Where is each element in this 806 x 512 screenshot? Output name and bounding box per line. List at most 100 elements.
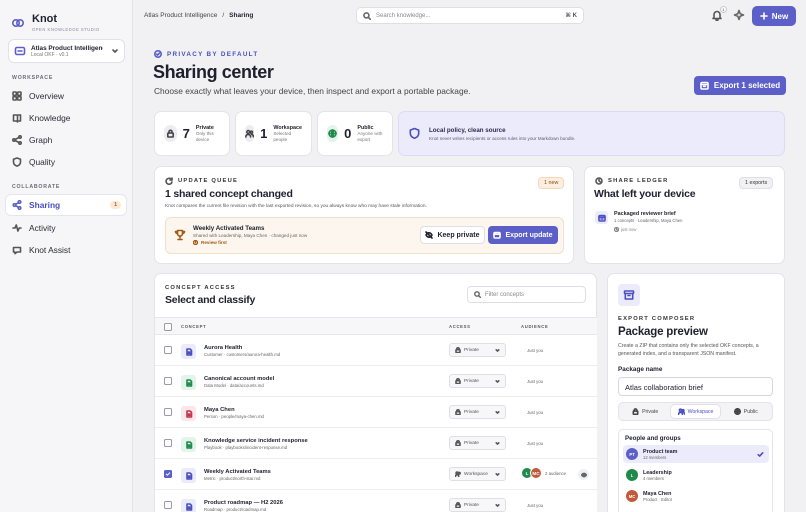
document-icon [181, 406, 196, 421]
row-checkbox[interactable] [164, 408, 172, 416]
people-and-groups: People and groups PT Product team 12 membe… [618, 429, 773, 512]
person-option[interactable]: PT Product team 12 members [623, 445, 769, 463]
users-icon [245, 125, 255, 142]
person-name: Leadership [643, 469, 672, 476]
column-concept: CONCEPT [181, 324, 207, 329]
export-composer-eyebrow: EXPORT COMPOSER [618, 316, 695, 322]
table-row[interactable]: Knowledge service incident response Playb… [155, 428, 597, 459]
notifications-button[interactable]: 1 [711, 6, 727, 21]
person-option[interactable]: L Leadership 4 members [623, 466, 769, 484]
segment-private[interactable]: Private [621, 405, 669, 418]
package-icon [700, 81, 709, 90]
sidebar-item-sharing[interactable]: Sharing 1 [6, 195, 126, 215]
globe-icon [327, 125, 339, 142]
shield-icon [409, 127, 420, 139]
row-checkbox[interactable] [164, 377, 172, 385]
access-select[interactable]: Workspace [449, 467, 506, 481]
review-first-label: Review first [201, 240, 227, 245]
queue-item-title: Weekly Activated Teams [193, 225, 265, 232]
workspace-switcher[interactable]: Atlas Product Intelligence Local OKF · v… [8, 39, 125, 63]
breadcrumb: Atlas Product Intelligence / Sharing [144, 12, 253, 19]
check-icon [757, 451, 764, 457]
privacy-eyebrow: PRIVACY BY DEFAULT [154, 50, 259, 58]
sidebar-item-knowledge[interactable]: Knowledge [6, 108, 126, 128]
sharing-count-badge: 1 [110, 201, 121, 209]
sidebar-item-knot-assist[interactable]: Knot Assist [6, 240, 126, 260]
policy-sub: Knot never writes recipients or access r… [429, 135, 576, 141]
table-row[interactable]: Weekly Activated Teams Metric · product/n… [155, 459, 597, 490]
export-update-button[interactable]: Export update [488, 226, 558, 244]
stat-value: 0 [344, 126, 352, 141]
segment-public[interactable]: Public [722, 405, 770, 418]
package-name-field[interactable]: Atlas collaboration brief [618, 377, 773, 396]
stat-workspace: 1 Workspace Selected people [235, 111, 312, 156]
sidebar-item-label: Sharing [29, 200, 61, 210]
table-row[interactable]: Aurora Health Customer · customers/aurora… [155, 335, 597, 366]
segment-workspace[interactable]: Workspace [671, 405, 720, 418]
person-name: Maya Chen [643, 490, 672, 497]
access-select[interactable]: Private [449, 436, 506, 450]
search-shortcut: ⌘ K [565, 13, 577, 19]
sidebar-item-quality[interactable]: Quality [6, 152, 126, 172]
segment-label: Private [642, 408, 659, 415]
sidebar-item-label: Quality [29, 157, 56, 167]
access-select[interactable]: Private [449, 498, 506, 512]
share-ledger-eyebrow: SHARE LEDGER [595, 177, 668, 185]
person-option[interactable]: MC Maya Chen Product · Editor [623, 487, 769, 505]
person-sub: Product · Editor [643, 496, 673, 502]
sidebar-item-activity[interactable]: Activity [6, 218, 126, 238]
filter-concepts-input[interactable]: Filter concepts [467, 286, 586, 303]
lock-icon [164, 125, 177, 142]
eyebrow-text: SHARE LEDGER [608, 178, 669, 184]
concept-name: Maya Chen [204, 407, 235, 413]
update-queue-eyebrow: UPDATE QUEUE [165, 177, 238, 185]
concept-path: Roadmap · product/roadmap.md [204, 507, 267, 512]
row-checkbox[interactable] [164, 470, 172, 478]
keep-private-button[interactable]: Keep private [420, 226, 485, 244]
eye-off-icon [425, 231, 434, 239]
table-row[interactable]: Canonical account model Data Model · data… [155, 366, 597, 397]
access-select[interactable]: Private [449, 405, 506, 419]
alert-icon [193, 240, 198, 245]
notification-count: 1 [719, 6, 727, 13]
concept-name: Aurora Health [204, 345, 243, 351]
stat-private: 7 Private Only this device [154, 111, 230, 156]
row-checkbox[interactable] [164, 346, 172, 354]
people-title: People and groups [625, 435, 681, 442]
search-input[interactable]: Search knowledge... ⌘ K [356, 7, 584, 24]
document-icon [181, 437, 196, 452]
ledger-entry[interactable]: Packaged reviewer brief 1 concepts · Lea… [595, 211, 682, 232]
access-select[interactable]: Private [449, 374, 506, 388]
sidebar-item-label: Overview [29, 91, 64, 101]
document-icon [181, 375, 196, 390]
row-checkbox[interactable] [164, 439, 172, 447]
concept-access-eyebrow: CONCEPT ACCESS [165, 285, 236, 291]
access-select[interactable]: Private [449, 343, 506, 357]
eyebrow-text: UPDATE QUEUE [178, 178, 239, 184]
trophy-icon [174, 229, 186, 241]
access-label: Private [464, 440, 479, 446]
assist-button[interactable] [733, 9, 745, 21]
segment-label: Public [743, 408, 758, 415]
row-checkbox[interactable] [164, 501, 172, 509]
new-button[interactable]: New [752, 6, 796, 26]
eye-icon [580, 472, 587, 477]
package-name-label: Package name [618, 366, 663, 373]
document-icon [181, 468, 196, 483]
sidebar-item-label: Activity [29, 223, 56, 233]
audience-label: Just you [527, 379, 544, 384]
avatar: MC [530, 467, 542, 479]
audience-label: Just you [527, 503, 544, 508]
sidebar-item-overview[interactable]: Overview [6, 86, 126, 106]
select-all-checkbox[interactable] [164, 323, 172, 331]
export-selected-button[interactable]: Export 1 selected [694, 76, 786, 95]
queue-note: Knot compares the current file revision … [165, 204, 427, 209]
preview-button[interactable] [578, 469, 589, 480]
segment-label: Workspace [687, 408, 714, 415]
composer-title: Package preview [618, 326, 708, 338]
sidebar-item-graph[interactable]: Graph [6, 130, 126, 150]
avatar: PT [626, 448, 638, 460]
breadcrumb-parent[interactable]: Atlas Product Intelligence [144, 12, 217, 19]
table-row[interactable]: Maya Chen Person · people/maya-chen.md Pri… [155, 397, 597, 428]
table-row[interactable]: Product roadmap — H2 2026 Roadmap · produ… [155, 490, 597, 512]
